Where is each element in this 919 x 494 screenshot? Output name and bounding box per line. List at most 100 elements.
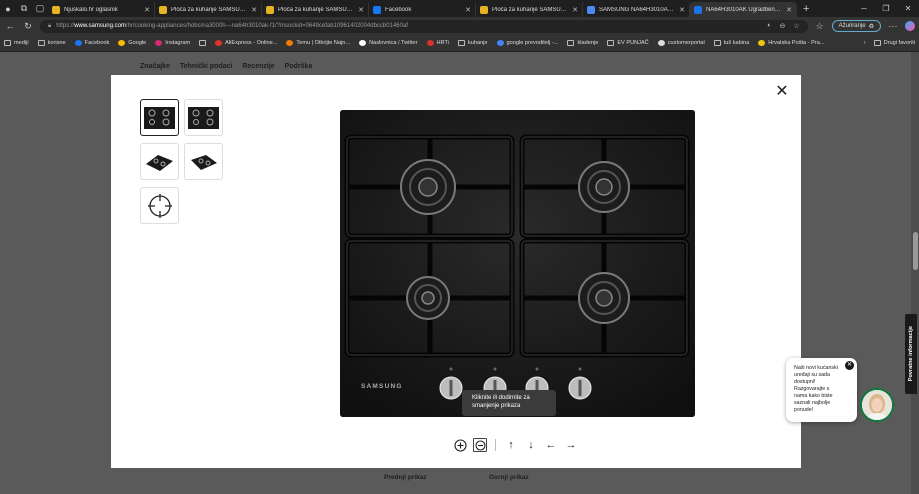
folder-icon	[567, 40, 575, 46]
gas-hob-illustration	[340, 110, 695, 417]
tab-close-icon[interactable]: ✕	[144, 6, 150, 14]
bookmark-item[interactable]	[199, 40, 207, 46]
bookmark-item[interactable]: Facebook	[74, 40, 109, 46]
bookmark-item[interactable]: kladenje	[567, 40, 598, 46]
aliexpress-icon	[215, 40, 223, 46]
url-host: www.samsung.com	[74, 23, 126, 29]
reload-icon[interactable]: ↻	[22, 21, 34, 32]
back-icon[interactable]: ←	[4, 21, 16, 31]
thumb-hob-top-1[interactable]	[140, 99, 179, 136]
bookmark-label: HRTi	[436, 40, 449, 46]
thumb-hob-top-2[interactable]	[184, 99, 223, 136]
nav-reviews[interactable]: Recenzije	[242, 63, 274, 70]
tab-favicon	[266, 5, 274, 14]
tab-label: Njuskalo.hr oglasnik	[64, 6, 118, 13]
other-favorites[interactable]: Drugi favoriti	[873, 40, 915, 46]
bookmark-item[interactable]: customerportal	[657, 40, 705, 46]
top-view-link[interactable]: Gornji prikaz	[489, 474, 529, 481]
minimize-icon[interactable]: ─	[853, 4, 875, 13]
tab-close-icon[interactable]: ✕	[572, 6, 578, 14]
thumb-360-view[interactable]	[140, 187, 179, 224]
browser-tab[interactable]: Facebook ✕	[369, 2, 476, 17]
new-tab-button[interactable]: +	[797, 3, 815, 15]
hob-top-thumbnail	[188, 106, 219, 129]
chat-line: dostupni!	[794, 379, 816, 385]
google-icon	[118, 40, 126, 46]
bookmark-item[interactable]: kuhanje	[457, 40, 488, 46]
other-favorites-label: Drugi favoriti	[883, 40, 915, 46]
tab-close-icon[interactable]: ✕	[251, 6, 257, 14]
favorite-star-icon[interactable]: ☆	[793, 22, 799, 30]
bookmark-item[interactable]: Hrvatska Pošta - Pra...	[758, 40, 825, 46]
bookmark-label: google prevoditelj -...	[506, 40, 559, 46]
nav-specs[interactable]: Tehnički podaci	[180, 63, 232, 70]
reader-icon[interactable]: ⊖	[779, 22, 785, 30]
copilot-icon[interactable]	[905, 21, 915, 31]
thumb-hob-angle-right[interactable]	[184, 143, 223, 180]
bookmark-item[interactable]: Instagram	[155, 40, 190, 46]
workspaces-icon[interactable]: ⧉	[16, 0, 32, 17]
bookmark-item[interactable]: tuš kabina	[713, 40, 749, 46]
tracking-icon[interactable]: ◐	[767, 22, 771, 30]
update-button[interactable]: Ažuriranje ♻	[831, 20, 881, 32]
bookmark-item[interactable]: HRTi	[426, 40, 449, 46]
bookmarks-bar: mediji korisne Facebook Google Instagram AliE…	[0, 35, 919, 52]
gallery-controls: ↑ ↓ ← →	[453, 438, 578, 452]
arrow-left-icon[interactable]: ←	[544, 438, 558, 452]
front-view-link[interactable]: Prednji prikaz	[384, 474, 427, 481]
arrow-down-icon[interactable]: ↓	[524, 438, 538, 452]
close-gallery-button[interactable]: ✕	[775, 84, 789, 100]
chat-line: saznali najbolje	[794, 400, 831, 406]
bookmark-item[interactable]: mediji	[4, 40, 29, 46]
chat-line: Naši novi kućanski	[794, 365, 838, 371]
tab-favicon	[587, 5, 595, 14]
favorites-icon[interactable]: ☆	[814, 21, 826, 32]
tab-label: NA64H3010AK Ugradbena plo	[706, 6, 784, 13]
tab-close-icon[interactable]: ✕	[358, 6, 364, 14]
bookmark-item[interactable]: EV PUNJAČ	[607, 40, 649, 46]
zoom-out-icon[interactable]	[473, 438, 487, 452]
more-menu-icon[interactable]: ⋯	[887, 21, 899, 32]
feedback-tab[interactable]: Povratne informacije	[905, 314, 917, 394]
tab-close-icon[interactable]: ✕	[679, 6, 685, 14]
nav-features[interactable]: Značajke	[140, 63, 170, 70]
url-path: /hr/cooking-appliances/hobs/na3000h---na…	[125, 23, 408, 29]
url-field[interactable]: 🔒︎ https://www.samsung.com/hr/cooking-ap…	[40, 19, 808, 33]
hob-top-thumbnail	[144, 106, 175, 129]
bookmark-label: AliExpress - Online...	[225, 40, 278, 46]
chat-close-icon[interactable]: ✕	[845, 361, 854, 370]
browser-tab[interactable]: SAMSUNG NA64H3010AK/L1 ✕	[583, 2, 690, 17]
zoom-in-icon[interactable]	[453, 438, 467, 452]
tab-close-icon[interactable]: ✕	[465, 6, 471, 14]
restore-icon[interactable]: ❐	[875, 4, 897, 13]
tab-favicon	[480, 5, 488, 14]
profile-icon[interactable]: ●	[0, 0, 16, 17]
chat-agent-avatar[interactable]	[860, 388, 894, 422]
page-scrollbar[interactable]	[911, 52, 919, 494]
bookmark-item[interactable]: korisne	[37, 40, 66, 46]
tab-close-icon[interactable]: ✕	[786, 6, 792, 14]
close-window-icon[interactable]: ✕	[897, 4, 919, 13]
browser-tab[interactable]: Ploča za kuhanje SAMSUNG N ✕	[155, 2, 262, 17]
thumb-hob-angle-left[interactable]	[140, 143, 179, 180]
arrow-right-icon[interactable]: →	[564, 438, 578, 452]
browser-tab[interactable]: Njuskalo.hr oglasnik ✕	[48, 2, 155, 17]
scrollbar-thumb[interactable]	[913, 232, 918, 270]
portal-icon	[657, 40, 665, 46]
bookmark-item[interactable]: google prevoditelj -...	[496, 40, 559, 46]
facebook-icon	[74, 40, 82, 46]
lock-icon: 🔒︎	[48, 22, 52, 29]
tab-actions-icon[interactable]: ▢	[32, 0, 48, 17]
bookmark-item[interactable]: AliExpress - Online...	[215, 40, 277, 46]
arrow-up-icon[interactable]: ↑	[504, 438, 518, 452]
product-main-image[interactable]: SAMSUNG	[340, 110, 695, 417]
bookmark-item[interactable]: Naslovnica / Twitter	[359, 40, 418, 46]
browser-tab[interactable]: Ploča za kuhanje SAMSUNG N ✕	[476, 2, 583, 17]
nav-support[interactable]: Podrška	[285, 63, 313, 70]
browser-tab[interactable]: Ploča za kuhanje SAMSUNG N ✕	[262, 2, 369, 17]
translate-icon	[496, 40, 504, 46]
bookmarks-overflow-icon[interactable]: ›	[864, 40, 866, 46]
bookmark-item[interactable]: Google	[118, 40, 146, 46]
browser-tab[interactable]: NA64H3010AK Ugradbena plo ✕	[690, 2, 797, 17]
bookmark-item[interactable]: Temu | Otkrijte Najn...	[286, 40, 350, 46]
